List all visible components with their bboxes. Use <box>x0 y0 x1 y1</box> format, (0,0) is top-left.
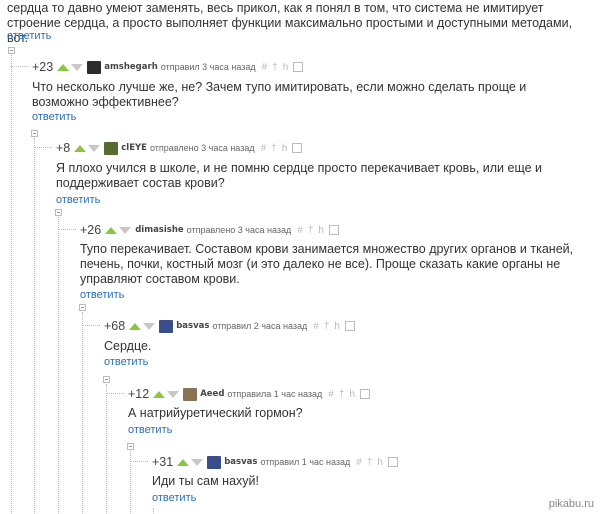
author-name[interactable]: dimasishe <box>135 225 183 235</box>
comment-header: +12 Aeed отправила 1 час назад # † h <box>128 386 370 402</box>
hash-link-icon[interactable]: # <box>356 457 362 468</box>
collapse-toggle[interactable] <box>103 376 110 383</box>
author-name[interactable]: basvas <box>224 457 257 467</box>
timestamp: отправил 3 часа назад <box>160 62 256 72</box>
hash-link-icon[interactable]: # <box>261 143 267 154</box>
parent-link-icon[interactable]: h <box>282 143 288 154</box>
downvote-icon[interactable] <box>71 63 84 71</box>
thread-line <box>34 138 35 514</box>
collapse-toggle[interactable] <box>31 130 38 137</box>
hash-link-icon[interactable]: # <box>297 225 303 236</box>
reply-link[interactable]: ответить <box>32 111 76 123</box>
rating: +26 <box>80 223 102 237</box>
save-icon[interactable] <box>387 457 398 467</box>
hash-link-icon[interactable]: # <box>313 321 319 332</box>
comment-text: А натрийуретический гормон? <box>128 406 303 420</box>
parent-link-icon[interactable]: h <box>334 321 340 332</box>
upvote-icon[interactable] <box>74 144 87 152</box>
watermark: pikabu.ru <box>548 498 594 510</box>
pin-icon[interactable]: † <box>367 457 373 468</box>
parent-link-icon[interactable]: h <box>283 62 289 73</box>
reply-link[interactable]: ответить <box>152 492 196 504</box>
upvote-icon[interactable] <box>129 322 142 330</box>
timestamp: отправлено 3 часа назад <box>186 225 292 235</box>
thread-connector <box>58 229 76 230</box>
hash-link-icon[interactable]: # <box>262 62 268 73</box>
parent-comment-text: сердца то давно умеют заменять, весь при… <box>7 1 573 45</box>
comment-header: +31 basvas отправил 1 час назад # † h <box>152 454 398 470</box>
timestamp: отправлено 3 часа назад <box>150 143 255 153</box>
comment-text: Я плохо учился в школе, и не помню сердц… <box>56 161 543 190</box>
collapse-toggle[interactable] <box>127 443 134 450</box>
upvote-icon[interactable] <box>57 63 70 71</box>
comment-text: Что несколько лучше же, не? Зачем тупо и… <box>32 80 527 109</box>
reply-link[interactable]: ответить <box>80 289 124 301</box>
comment-text: Иди ты сам нахуй! <box>152 474 259 488</box>
rating: +31 <box>152 455 174 469</box>
parent-link-icon[interactable]: h <box>349 389 355 400</box>
avatar[interactable] <box>159 319 174 333</box>
collapse-toggle[interactable] <box>55 209 62 216</box>
save-icon[interactable] <box>328 225 339 235</box>
timestamp: отправил 1 час назад <box>260 457 351 467</box>
reply-link[interactable]: ответить <box>128 424 172 436</box>
parent-link-icon[interactable]: h <box>377 457 383 468</box>
downvote-icon[interactable] <box>143 322 156 330</box>
reply-link[interactable]: ответить <box>56 194 100 206</box>
author-name[interactable]: basvas <box>176 321 209 331</box>
avatar[interactable] <box>183 387 198 401</box>
collapse-toggle[interactable] <box>79 304 86 311</box>
upvote-icon[interactable] <box>177 458 190 466</box>
thread-line <box>106 384 107 514</box>
parent-link-icon[interactable]: h <box>318 225 324 236</box>
downvote-icon[interactable] <box>119 226 132 234</box>
thread-connector <box>34 147 52 148</box>
thread-line <box>153 508 154 514</box>
comment-header: +68 basvas отправил 2 часа назад # † h <box>104 318 355 334</box>
comment-header: +26 dimasishe отправлено 3 часа назад # … <box>80 222 339 238</box>
avatar[interactable] <box>104 141 119 155</box>
reply-link[interactable]: ответить <box>104 356 148 368</box>
rating: +8 <box>56 141 71 155</box>
downvote-icon[interactable] <box>88 144 101 152</box>
thread-line <box>82 312 83 514</box>
save-icon[interactable] <box>293 62 304 72</box>
rating: +23 <box>32 60 54 74</box>
downvote-icon[interactable] <box>191 458 204 466</box>
pin-icon[interactable]: † <box>271 143 277 154</box>
pin-icon[interactable]: † <box>272 62 278 73</box>
upvote-icon[interactable] <box>105 226 118 234</box>
thread-connector <box>106 393 124 394</box>
reply-link[interactable]: ответить <box>7 30 51 42</box>
thread-connector <box>130 461 148 462</box>
avatar[interactable] <box>207 455 222 469</box>
comment-header: +23 amshegarh отправил 3 часа назад # † … <box>32 59 304 75</box>
comment-text: Сердце. <box>104 339 152 353</box>
collapse-toggle[interactable] <box>8 47 15 54</box>
timestamp: отправила 1 час назад <box>227 389 323 399</box>
save-icon[interactable] <box>344 321 355 331</box>
pin-icon[interactable]: † <box>324 321 330 332</box>
upvote-icon[interactable] <box>153 390 166 398</box>
comment-text: Тупо перекачивает. Составом крови занима… <box>80 242 574 286</box>
thread-connector <box>82 325 100 326</box>
author-name[interactable]: amshegarh <box>104 62 158 72</box>
author-name[interactable]: clEYE <box>121 143 147 153</box>
avatar[interactable] <box>87 60 102 74</box>
rating: +68 <box>104 319 126 333</box>
thread-line <box>58 217 59 514</box>
pin-icon[interactable]: † <box>308 225 314 236</box>
thread-connector <box>11 66 29 67</box>
comment-header: +8 clEYE отправлено 3 часа назад # † h <box>56 140 303 156</box>
author-name[interactable]: Aeed <box>200 389 224 399</box>
thread-line <box>11 55 12 514</box>
timestamp: отправил 2 часа назад <box>212 321 308 331</box>
hash-link-icon[interactable]: # <box>328 389 334 400</box>
downvote-icon[interactable] <box>167 390 180 398</box>
save-icon[interactable] <box>292 143 303 153</box>
pin-icon[interactable]: † <box>339 389 345 400</box>
rating: +12 <box>128 387 150 401</box>
save-icon[interactable] <box>359 389 370 399</box>
